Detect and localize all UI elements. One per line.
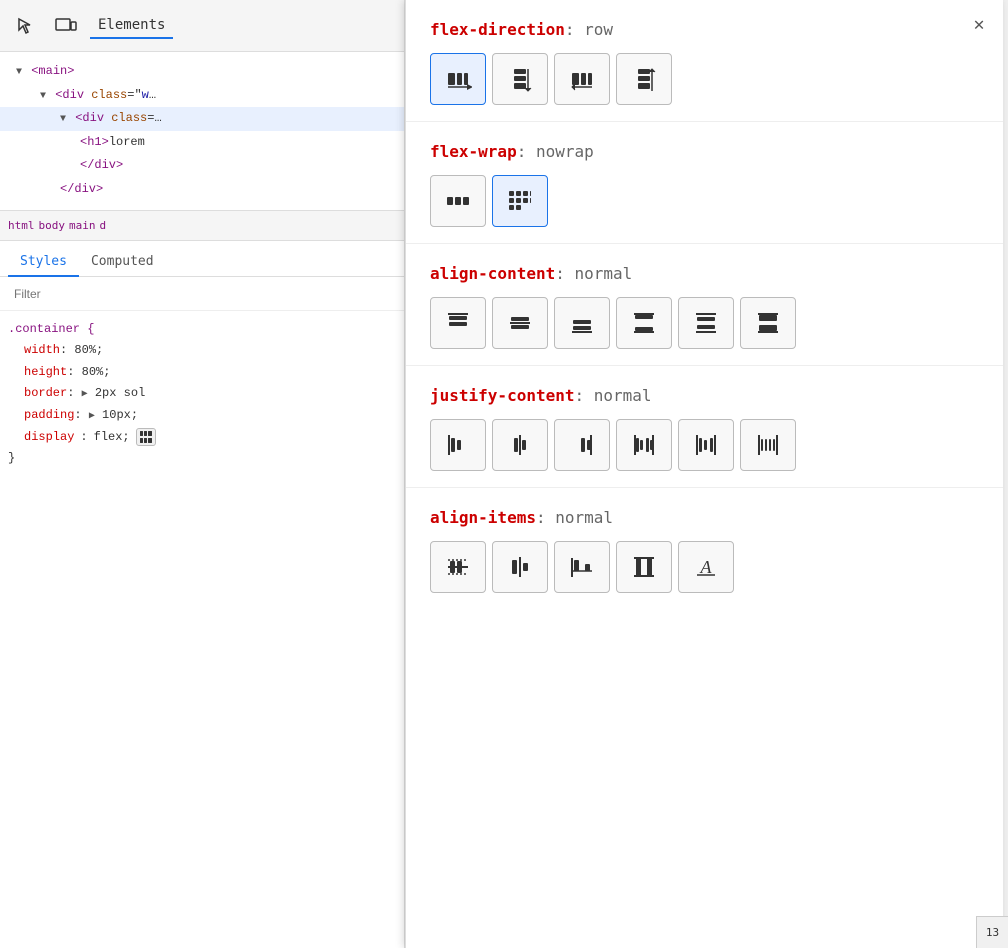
css-prop-padding: padding: ▶ 10px; bbox=[8, 405, 396, 427]
justify-content-end-btn[interactable] bbox=[554, 419, 610, 471]
breadcrumb-main[interactable]: main bbox=[69, 219, 96, 232]
align-items-section: align-items: normal bbox=[406, 488, 1003, 609]
justify-content-space-evenly-btn[interactable] bbox=[740, 419, 796, 471]
justify-content-space-around-btn[interactable] bbox=[678, 419, 734, 471]
align-content-space-between-btn[interactable] bbox=[616, 297, 672, 349]
flex-wrap-buttons bbox=[430, 175, 979, 227]
flex-direction-row-reverse-btn[interactable] bbox=[554, 53, 610, 105]
html-tree: ▼ <main> ▼ <div class="w… ▼ <div class=…… bbox=[0, 52, 404, 211]
justify-content-center-btn[interactable] bbox=[492, 419, 548, 471]
align-content-end-btn[interactable] bbox=[554, 297, 610, 349]
flex-direction-column-reverse-btn[interactable] bbox=[616, 53, 672, 105]
align-items-baseline-btn[interactable] bbox=[554, 541, 610, 593]
tree-line-div2[interactable]: ▼ <div class=… bbox=[0, 107, 404, 131]
devtools-toolbar: Elements bbox=[0, 0, 404, 52]
flex-direction-section: flex-direction: row bbox=[406, 0, 1003, 122]
filter-bar bbox=[0, 277, 404, 311]
svg-text:A: A bbox=[700, 557, 713, 577]
align-content-buttons bbox=[430, 297, 979, 349]
css-selector-line: .container { bbox=[8, 319, 396, 341]
flex-direction-buttons bbox=[430, 53, 979, 105]
align-items-center-btn[interactable] bbox=[492, 541, 548, 593]
flex-toggle-icon[interactable] bbox=[136, 428, 156, 446]
justify-content-start-btn[interactable] bbox=[430, 419, 486, 471]
devtools-left-panel: Elements ▼ <main> ▼ <div class="w… ▼ <di… bbox=[0, 0, 405, 948]
align-content-center-btn[interactable] bbox=[492, 297, 548, 349]
tree-line-div1[interactable]: ▼ <div class="w… bbox=[0, 84, 404, 108]
align-items-text-btn[interactable]: A bbox=[678, 541, 734, 593]
justify-content-buttons bbox=[430, 419, 979, 471]
flex-wrap-label: flex-wrap: nowrap bbox=[430, 142, 979, 161]
css-close-brace: } bbox=[8, 448, 396, 470]
breadcrumb-d[interactable]: d bbox=[100, 219, 107, 232]
align-items-stretch-btn[interactable] bbox=[616, 541, 672, 593]
flex-direction-label: flex-direction: row bbox=[430, 20, 979, 39]
css-prop-display: display: flex; bbox=[8, 427, 396, 449]
flex-wrap-wrap-btn[interactable] bbox=[492, 175, 548, 227]
tree-line-h1[interactable]: <h1>lorem bbox=[0, 131, 404, 155]
tab-styles[interactable]: Styles bbox=[8, 248, 79, 277]
tree-line-main[interactable]: ▼ <main> bbox=[0, 60, 404, 84]
styles-tabs-bar: Styles Computed bbox=[0, 241, 404, 277]
css-prop-height: height: 80%; bbox=[8, 362, 396, 384]
filter-input[interactable] bbox=[8, 284, 396, 304]
page-number: 13 bbox=[976, 916, 1008, 948]
breadcrumb-html[interactable]: html bbox=[8, 219, 35, 232]
tab-elements[interactable]: Elements bbox=[90, 13, 173, 39]
breadcrumb-body[interactable]: body bbox=[39, 219, 66, 232]
flex-wrap-nowrap-btn[interactable] bbox=[430, 175, 486, 227]
align-content-stretch-btn[interactable] bbox=[740, 297, 796, 349]
device-toggle-icon[interactable] bbox=[50, 10, 82, 42]
flex-wrap-section: flex-wrap: nowrap bbox=[406, 122, 1003, 244]
tab-computed[interactable]: Computed bbox=[79, 248, 166, 277]
align-content-start-btn[interactable] bbox=[430, 297, 486, 349]
flex-overlay-panel: ✕ flex-direction: row bbox=[405, 0, 1003, 948]
align-items-auto-btn[interactable] bbox=[430, 541, 486, 593]
tree-line-div2-close[interactable]: </div> bbox=[0, 178, 404, 202]
align-content-space-around-btn[interactable] bbox=[678, 297, 734, 349]
breadcrumb: html body main d bbox=[0, 211, 404, 241]
justify-content-space-between-btn[interactable] bbox=[616, 419, 672, 471]
align-content-section: align-content: normal bbox=[406, 244, 1003, 366]
css-content: .container { width: 80%; height: 80%; bo… bbox=[0, 311, 404, 478]
inspect-icon[interactable] bbox=[10, 10, 42, 42]
flex-direction-row-btn[interactable] bbox=[430, 53, 486, 105]
close-button[interactable]: ✕ bbox=[955, 0, 1003, 48]
justify-content-section: justify-content: normal bbox=[406, 366, 1003, 488]
tree-line-div-close[interactable]: </div> bbox=[0, 154, 404, 178]
align-items-buttons: A bbox=[430, 541, 979, 593]
align-content-label: align-content: normal bbox=[430, 264, 979, 283]
flex-direction-column-btn[interactable] bbox=[492, 53, 548, 105]
css-prop-width: width: 80%; bbox=[8, 340, 396, 362]
justify-content-label: justify-content: normal bbox=[430, 386, 979, 405]
align-items-label: align-items: normal bbox=[430, 508, 979, 527]
css-prop-border: border: ▶ 2px sol bbox=[8, 383, 396, 405]
